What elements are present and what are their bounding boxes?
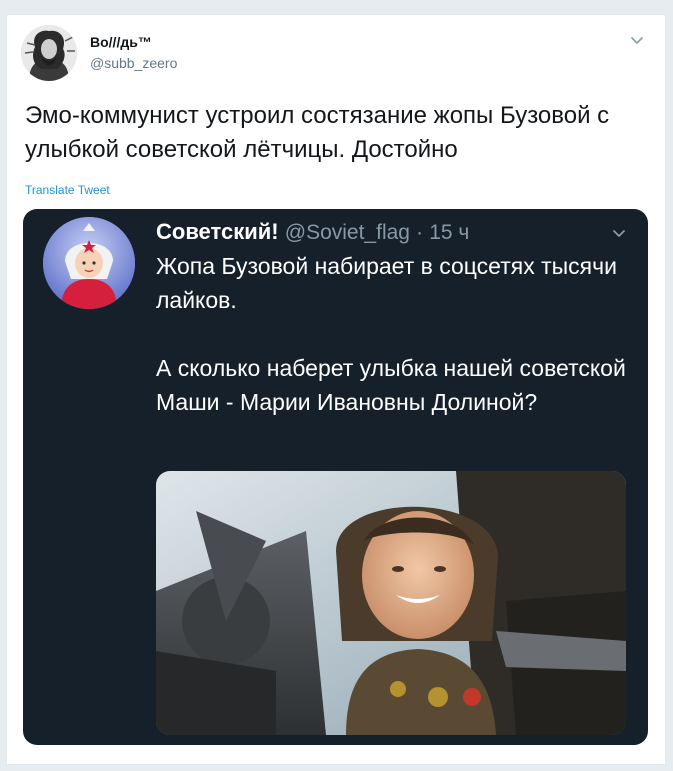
- pilot-photo-image: [156, 471, 626, 735]
- author-handle[interactable]: @subb_zeero: [90, 55, 177, 71]
- author-avatar-image: [21, 25, 77, 81]
- embedded-tweet[interactable]: Советский! @Soviet_flag · 15 ч Жопа Бузо…: [23, 209, 648, 745]
- embedded-photo[interactable]: [156, 471, 626, 735]
- embedded-paragraph: А сколько наберет улыбка нашей советской…: [156, 355, 626, 415]
- tweet-card: Во///дь™ @subb_zeero Эмо-коммунист устро…: [6, 14, 666, 765]
- embedded-tweet-text: Жопа Бузовой набирает в соцсетях тысячи …: [156, 249, 626, 453]
- chevron-down-icon[interactable]: [608, 223, 630, 245]
- embedded-avatar-image: [43, 217, 135, 309]
- author-avatar[interactable]: [21, 25, 77, 81]
- embedded-timestamp[interactable]: 15 ч: [429, 221, 469, 244]
- embedded-author-name[interactable]: Советский!: [156, 219, 279, 244]
- embedded-avatar[interactable]: [43, 217, 135, 309]
- translate-tweet-link[interactable]: Translate Tweet: [25, 183, 110, 197]
- embedded-author-handle[interactable]: @Soviet_flag: [285, 221, 410, 244]
- embedded-paragraph: Жопа Бузовой набирает в соцсетях тысячи …: [156, 253, 617, 313]
- author-name[interactable]: Во///дь™: [90, 34, 152, 50]
- separator-dot: ·: [416, 221, 424, 244]
- tweet-text: Эмо-коммунист устроил состязание жопы Бу…: [25, 102, 610, 163]
- embedded-header: Советский! @Soviet_flag · 15 ч: [156, 219, 469, 246]
- chevron-down-icon[interactable]: [627, 31, 647, 51]
